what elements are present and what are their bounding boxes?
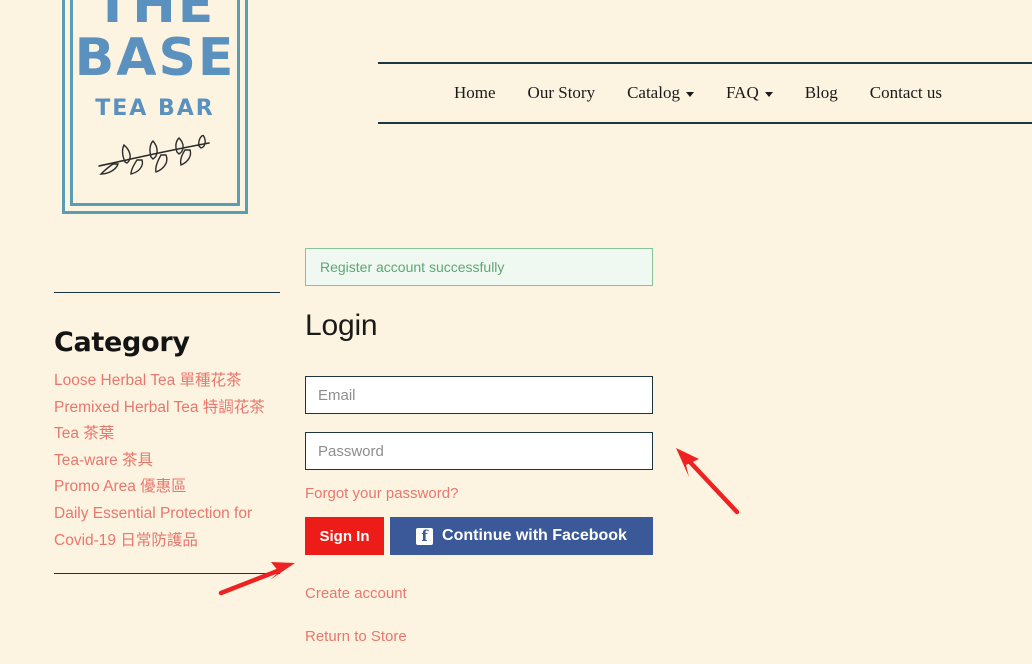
sidebar-item-loose-herbal-tea[interactable]: Loose Herbal Tea 單種花茶: [54, 368, 280, 395]
success-alert-message: Register account successfully: [320, 259, 505, 275]
email-input[interactable]: [305, 376, 653, 414]
sidebar-divider-bottom: [54, 573, 280, 575]
login-page: THE BASE TEA BAR Home Our Story Catalog …: [0, 0, 1032, 664]
sidebar-item-tea-ware[interactable]: Tea-ware 茶具: [54, 448, 280, 475]
nav-item-label: Our Story: [527, 83, 596, 102]
logo-content: THE BASE TEA BAR: [62, 0, 248, 214]
sidebar-category-list: Loose Herbal Tea 單種花茶 Premixed Herbal Te…: [54, 368, 280, 554]
main-navigation: Home Our Story Catalog FAQ Blog Contact …: [378, 62, 1032, 124]
success-alert: Register account successfully: [305, 248, 653, 286]
arrow-pointing-to-password-field: [676, 448, 740, 515]
nav-item-label: Catalog: [627, 83, 680, 102]
login-main-column: Register account successfully Login Forg…: [305, 248, 653, 645]
page-title: Login: [305, 309, 378, 342]
nav-item-our-story[interactable]: Our Story: [512, 83, 612, 103]
facebook-f-icon: f: [416, 527, 434, 545]
nav-item-blog[interactable]: Blog: [789, 83, 854, 103]
logo-line-the: THE: [94, 0, 216, 35]
nav-item-label: Contact us: [869, 83, 943, 102]
nav-item-catalog[interactable]: Catalog: [611, 83, 710, 103]
chevron-down-icon: [764, 91, 773, 97]
nav-item-contact-us[interactable]: Contact us: [854, 83, 958, 103]
password-input[interactable]: [305, 432, 653, 470]
sidebar-item-tea[interactable]: Tea 茶葉: [54, 421, 280, 448]
create-account-link[interactable]: Create account: [305, 585, 653, 602]
sidebar-item-daily-essential-protection-line1[interactable]: Daily Essential Protection for: [54, 501, 280, 528]
login-button-row: Sign In f Continue with Facebook: [305, 517, 653, 555]
nav-item-label: Blog: [804, 83, 838, 102]
leafy-branch-icon: [93, 133, 217, 180]
continue-with-facebook-button[interactable]: f Continue with Facebook: [390, 517, 653, 555]
forgot-password-link[interactable]: Forgot your password?: [305, 485, 458, 502]
sidebar-item-premixed-herbal-tea[interactable]: Premixed Herbal Tea 特調花茶: [54, 395, 280, 422]
category-sidebar: Category Loose Herbal Tea 單種花茶 Premixed …: [54, 292, 280, 575]
facebook-button-label: Continue with Facebook: [442, 527, 627, 544]
logo-line-teabar: TEA BAR: [95, 95, 215, 121]
chevron-down-icon: [685, 91, 694, 97]
nav-item-label: FAQ: [725, 83, 759, 102]
sidebar-item-promo-area[interactable]: Promo Area 優惠區: [54, 474, 280, 501]
nav-item-faq[interactable]: FAQ: [710, 83, 789, 103]
nav-item-home[interactable]: Home: [438, 83, 512, 103]
site-logo[interactable]: THE BASE TEA BAR: [62, 0, 248, 214]
nav-list: Home Our Story Catalog FAQ Blog Contact …: [438, 83, 958, 103]
sidebar-item-daily-essential-protection-line2[interactable]: Covid-19 日常防護品: [54, 528, 280, 555]
return-to-store-link[interactable]: Return to Store: [305, 628, 653, 645]
logo-line-base: BASE: [74, 27, 236, 88]
sidebar-divider-top: [54, 292, 280, 293]
nav-item-label: Home: [454, 83, 496, 102]
sidebar-title: Category: [54, 327, 190, 358]
sign-in-button[interactable]: Sign In: [305, 517, 384, 555]
